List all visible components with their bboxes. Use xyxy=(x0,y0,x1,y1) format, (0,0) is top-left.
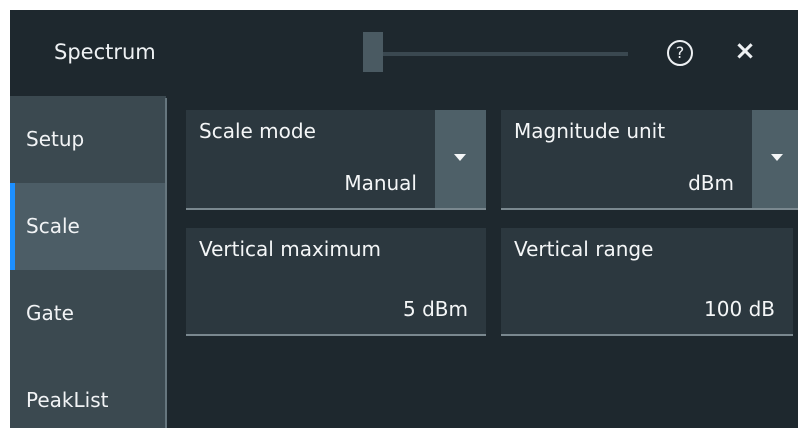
vertical-range-field[interactable]: Vertical range 100 dB xyxy=(501,228,793,336)
spectrum-dialog: Spectrum ? × Setup Scale Gate PeakList S… xyxy=(10,10,798,428)
scale-mode-dropdown-button[interactable] xyxy=(435,110,486,210)
close-icon[interactable]: × xyxy=(730,34,760,68)
help-icon[interactable]: ? xyxy=(667,40,693,66)
scale-mode-value: Manual xyxy=(344,171,417,195)
sidebar-item-label: Gate xyxy=(26,301,74,325)
scale-mode-field[interactable]: Scale mode Manual xyxy=(186,110,435,210)
vertical-range-label: Vertical range xyxy=(514,237,654,261)
sidebar-item-setup[interactable]: Setup xyxy=(10,96,166,183)
magnitude-unit-dropdown-button[interactable] xyxy=(752,110,798,210)
vertical-range-value: 100 dB xyxy=(704,297,775,321)
vertical-maximum-field[interactable]: Vertical maximum 5 dBm xyxy=(186,228,486,336)
chevron-down-icon xyxy=(454,154,466,161)
chevron-down-icon xyxy=(771,154,783,161)
sidebar-item-gate[interactable]: Gate xyxy=(10,270,166,357)
magnitude-unit-field[interactable]: Magnitude unit dBm xyxy=(501,110,752,210)
sidebar-item-label: Setup xyxy=(26,127,85,151)
sidebar-item-label: Scale xyxy=(26,214,80,238)
vertical-maximum-value: 5 dBm xyxy=(403,297,468,321)
vertical-maximum-label: Vertical maximum xyxy=(199,237,381,261)
magnitude-unit-label: Magnitude unit xyxy=(514,119,666,143)
slider-track[interactable] xyxy=(374,52,628,56)
dialog-title: Spectrum xyxy=(54,40,156,64)
dialog-header: Spectrum ? × xyxy=(10,10,798,96)
sidebar-item-peaklist[interactable]: PeakList xyxy=(10,357,166,428)
sidebar-divider xyxy=(165,98,167,428)
sidebar-item-label: PeakList xyxy=(26,388,109,412)
scale-mode-label: Scale mode xyxy=(199,119,316,143)
magnitude-unit-value: dBm xyxy=(688,171,734,195)
slider-handle[interactable] xyxy=(363,32,383,72)
sidebar-item-scale[interactable]: Scale xyxy=(10,183,166,270)
sidebar: Setup Scale Gate PeakList xyxy=(10,96,166,428)
